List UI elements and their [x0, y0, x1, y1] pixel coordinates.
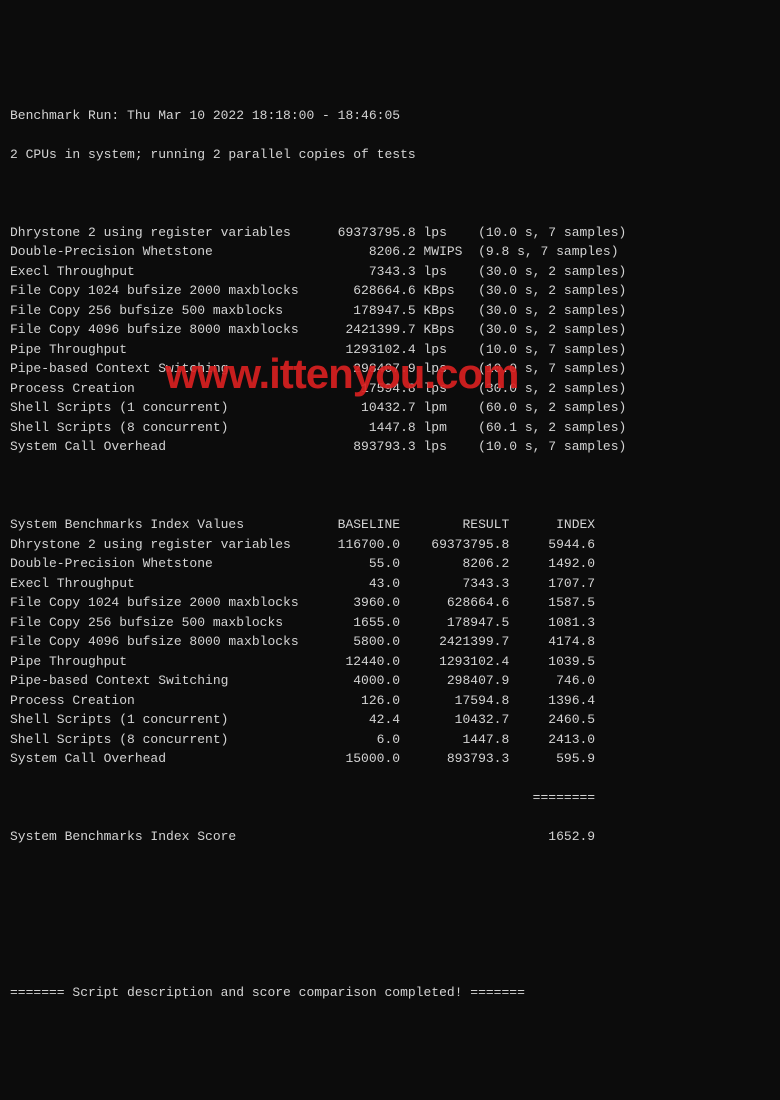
index-row: File Copy 4096 bufsize 8000 maxblocks 58… [10, 632, 770, 652]
terminal-output: www.ittenyou.com Benchmark Run: Thu Mar … [10, 67, 770, 1023]
result-row: File Copy 1024 bufsize 2000 maxblocks 62… [10, 281, 770, 301]
index-row: File Copy 1024 bufsize 2000 maxblocks 39… [10, 593, 770, 613]
benchmark-run-header: Benchmark Run: Thu Mar 10 2022 18:18:00 … [10, 106, 770, 126]
result-row: Process Creation 17594.8 lps (30.0 s, 2 … [10, 379, 770, 399]
result-row: Dhrystone 2 using register variables 693… [10, 223, 770, 243]
results-section: Dhrystone 2 using register variables 693… [10, 223, 770, 457]
index-row: Shell Scripts (8 concurrent) 6.0 1447.8 … [10, 730, 770, 750]
index-row: Shell Scripts (1 concurrent) 42.4 10432.… [10, 710, 770, 730]
cpu-info-line: 2 CPUs in system; running 2 parallel cop… [10, 145, 770, 165]
index-section: System Benchmarks Index Values BASELINE … [10, 515, 770, 769]
index-row: Execl Throughput 43.0 7343.3 1707.7 [10, 574, 770, 594]
result-row: Shell Scripts (8 concurrent) 1447.8 lpm … [10, 418, 770, 438]
index-row: Pipe-based Context Switching 4000.0 2984… [10, 671, 770, 691]
result-row: Shell Scripts (1 concurrent) 10432.7 lpm… [10, 398, 770, 418]
index-header-row: System Benchmarks Index Values BASELINE … [10, 515, 770, 535]
result-row: Execl Throughput 7343.3 lps (30.0 s, 2 s… [10, 262, 770, 282]
index-row: File Copy 256 bufsize 500 maxblocks 1655… [10, 613, 770, 633]
result-row: Double-Precision Whetstone 8206.2 MWIPS … [10, 242, 770, 262]
index-row: Process Creation 126.0 17594.8 1396.4 [10, 691, 770, 711]
result-row: System Call Overhead 893793.3 lps (10.0 … [10, 437, 770, 457]
result-row: File Copy 256 bufsize 500 maxblocks 1789… [10, 301, 770, 321]
result-row: File Copy 4096 bufsize 8000 maxblocks 24… [10, 320, 770, 340]
result-row: Pipe Throughput 1293102.4 lps (10.0 s, 7… [10, 340, 770, 360]
separator-line: ======== [10, 788, 770, 808]
footer-line: ======= Script description and score com… [10, 983, 770, 1003]
index-row: Pipe Throughput 12440.0 1293102.4 1039.5 [10, 652, 770, 672]
result-row: Pipe-based Context Switching 298407.9 lp… [10, 359, 770, 379]
score-line: System Benchmarks Index Score 1652.9 [10, 827, 770, 847]
index-row: System Call Overhead 15000.0 893793.3 59… [10, 749, 770, 769]
index-row: Double-Precision Whetstone 55.0 8206.2 1… [10, 554, 770, 574]
index-row: Dhrystone 2 using register variables 116… [10, 535, 770, 555]
